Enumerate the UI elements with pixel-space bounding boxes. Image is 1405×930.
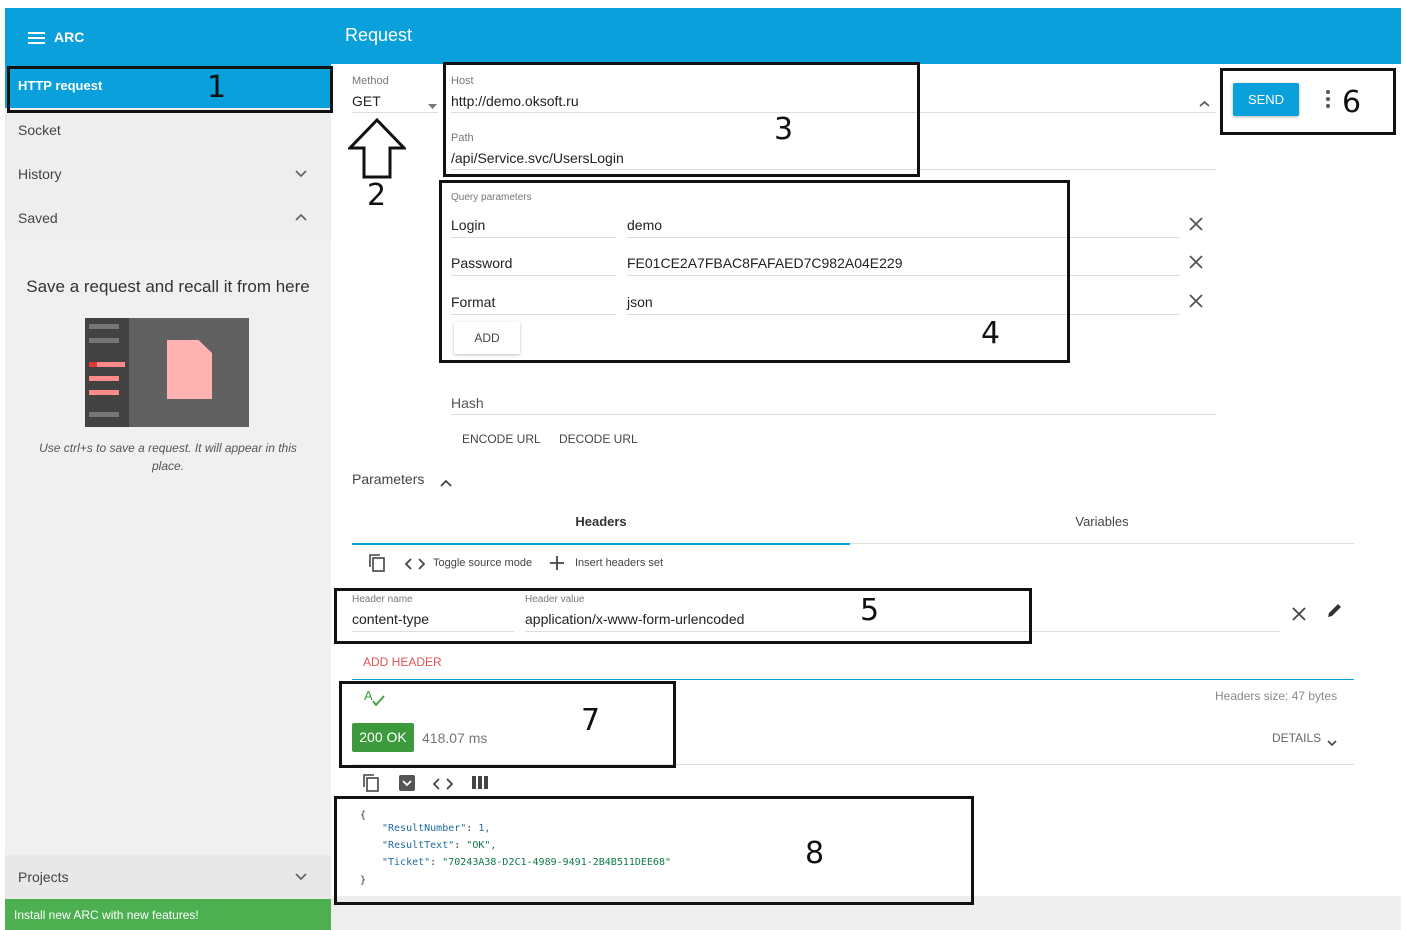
- annotation-number: 8: [805, 836, 825, 871]
- method-select[interactable]: GET: [352, 93, 381, 109]
- sidebar-item-label: Projects: [18, 869, 69, 885]
- remove-header-close-icon[interactable]: [1292, 604, 1306, 627]
- sidebar-item-projects[interactable]: Projects: [5, 855, 331, 899]
- annotation-number: 3: [774, 112, 794, 147]
- sidebar-item-socket[interactable]: Socket: [5, 108, 331, 152]
- hamburger-icon: [28, 31, 45, 44]
- document-icon: [167, 340, 212, 399]
- page-title: Request: [345, 25, 413, 45]
- chevron-up-icon[interactable]: [440, 474, 452, 492]
- install-banner[interactable]: Install new ARC with new features!: [5, 899, 331, 930]
- remove-param-close-icon[interactable]: [1189, 291, 1203, 314]
- toggle-source-mode-button[interactable]: Toggle source mode: [433, 557, 532, 569]
- headers-size: Headers size: 47 bytes: [1215, 689, 1338, 703]
- code-icon[interactable]: [432, 777, 454, 795]
- arrow-up-icon: [346, 117, 408, 185]
- decode-url-button[interactable]: DECODE URL: [559, 432, 638, 446]
- add-header-button[interactable]: ADD HEADER: [363, 655, 442, 669]
- annotation-box: [1220, 68, 1396, 135]
- tab-active-indicator: [352, 543, 850, 545]
- copy-icon[interactable]: [362, 773, 380, 798]
- remove-param-close-icon[interactable]: [1189, 214, 1203, 237]
- code-icon[interactable]: [404, 557, 426, 575]
- edit-pencil-icon[interactable]: [1326, 601, 1344, 624]
- copy-icon[interactable]: [368, 553, 386, 578]
- annotation-box: [439, 180, 1070, 363]
- annotation-box: [334, 796, 974, 905]
- sidebar-item-label: Socket: [18, 122, 61, 138]
- app-name: ARC: [54, 29, 85, 45]
- remove-param-close-icon[interactable]: [1189, 252, 1203, 275]
- view-column-icon[interactable]: [472, 776, 488, 794]
- sidebar-item-label: History: [18, 166, 62, 182]
- method-label: Method: [352, 75, 389, 87]
- annotation-number: 1: [207, 70, 227, 105]
- annotation-number: 4: [981, 316, 1001, 351]
- details-toggle[interactable]: DETAILS: [1272, 731, 1321, 745]
- sidebar-item-label: Saved: [18, 210, 58, 226]
- tab-variables[interactable]: Variables: [850, 514, 1354, 529]
- annotation-box: [7, 66, 333, 113]
- collapse-chevron-up-icon[interactable]: [1199, 95, 1210, 113]
- sidebar: HTTP request Socket History Saved Save a…: [5, 64, 331, 930]
- annotation-box: [339, 681, 676, 768]
- sidebar-item-saved[interactable]: Saved: [5, 196, 331, 240]
- save-icon[interactable]: [399, 775, 415, 796]
- annotation-number: 2: [367, 178, 387, 213]
- insert-headers-set-button[interactable]: Insert headers set: [575, 557, 663, 569]
- sidebar-item-history[interactable]: History: [5, 152, 331, 196]
- annotation-number: 5: [860, 593, 880, 628]
- chevron-down-icon[interactable]: [1327, 734, 1337, 752]
- plus-icon[interactable]: [550, 556, 564, 575]
- parameters-toggle[interactable]: Parameters: [352, 471, 424, 487]
- annotation-number: 7: [581, 703, 601, 738]
- encode-url-button[interactable]: ENCODE URL: [462, 432, 541, 446]
- annotation-box: [334, 588, 1032, 644]
- annotation-box: [443, 62, 920, 177]
- hash-input[interactable]: Hash: [451, 395, 484, 411]
- app-menu-button[interactable]: ARC: [28, 29, 84, 45]
- saved-empty-hint: Use ctrl+s to save a request. It will ap…: [39, 441, 297, 473]
- top-app-bar: ARC Request: [5, 8, 1401, 64]
- saved-empty-illustration: [85, 318, 249, 427]
- annotation-number: 6: [1342, 85, 1362, 120]
- saved-empty-title: Save a request and recall it from here: [26, 277, 310, 296]
- tab-headers[interactable]: Headers: [352, 514, 850, 529]
